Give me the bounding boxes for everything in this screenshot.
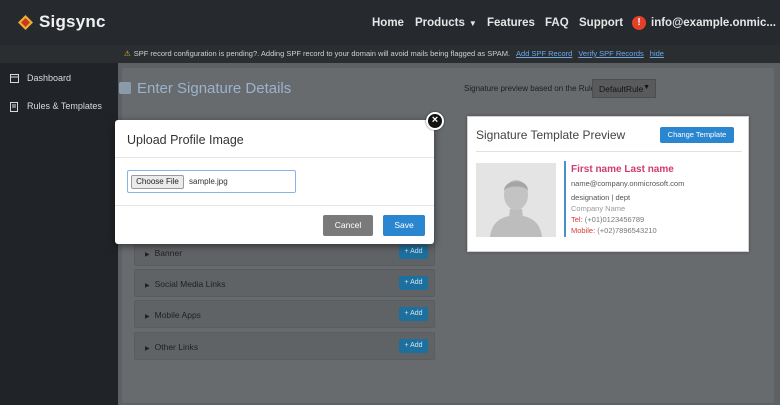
chevron-down-icon: ▼	[468, 19, 477, 28]
section-label: Banner	[154, 248, 183, 258]
chevron-down-icon: ▼	[643, 84, 650, 91]
hide-spf-notice-link[interactable]: hide	[650, 49, 664, 58]
section-label: Social Media Links	[154, 279, 226, 289]
signature-designation: designation | dept	[571, 193, 631, 202]
rule-preview-label: Signature preview based on the Rule	[464, 84, 596, 93]
add-other-links-button[interactable]: + Add	[399, 339, 428, 353]
user-account-menu[interactable]: info@example.onmic...	[651, 17, 776, 29]
signature-preview-card: Signature Template Preview Change Templa…	[467, 116, 749, 252]
sigsync-logo-icon	[17, 14, 34, 31]
caret-right-icon: ▶	[145, 252, 150, 258]
mobile-label: Mobile:	[571, 226, 596, 235]
file-input[interactable]: Choose File sample.jpg	[127, 170, 296, 193]
modal-title: Upload Profile Image	[127, 133, 244, 147]
mobile-value: (+02)7896543210	[597, 226, 657, 235]
caret-right-icon: ▶	[145, 283, 150, 289]
signature-company: Company Name	[571, 204, 626, 213]
divider	[115, 157, 434, 158]
preview-title: Signature Template Preview	[476, 128, 626, 142]
section-label: Mobile Apps	[154, 310, 201, 320]
page-title: Enter Signature Details	[137, 80, 292, 97]
sidebar-item-label: Rules & Templates	[27, 101, 102, 111]
section-label: Other Links	[154, 342, 199, 352]
warning-icon: ⚠	[124, 49, 131, 58]
nav-home[interactable]: Home	[372, 17, 404, 29]
brand-name: Sigsync	[39, 12, 106, 31]
close-icon[interactable]: ×	[426, 112, 444, 130]
add-mobile-apps-button[interactable]: + Add	[399, 307, 428, 321]
accent-bar	[564, 161, 566, 237]
choose-file-button[interactable]: Choose File	[131, 175, 184, 189]
nav-products-label: Products	[415, 17, 465, 29]
divider	[115, 205, 434, 206]
back-icon[interactable]	[119, 82, 131, 94]
nav-support[interactable]: Support	[579, 17, 623, 29]
signature-mobile: Mobile: (+02)7896543210	[571, 226, 657, 235]
add-social-media-button[interactable]: + Add	[399, 276, 428, 290]
cancel-button[interactable]: Cancel	[323, 215, 373, 236]
nav-features[interactable]: Features	[487, 17, 535, 29]
tel-value: (+01)0123456789	[584, 215, 645, 224]
verify-spf-records-link[interactable]: Verify SPF Records	[578, 49, 643, 58]
divider	[476, 151, 742, 152]
sidebar: Dashboard Rules & Templates	[0, 63, 118, 405]
spf-message: SPF record configuration is pending?. Ad…	[133, 49, 511, 58]
person-silhouette-icon	[476, 163, 556, 237]
signature-name: First name Last name	[571, 164, 674, 175]
rule-select[interactable]: DefaultRule ▼	[592, 79, 656, 98]
spf-notice-bar: ⚠ SPF record configuration is pending?. A…	[0, 45, 780, 63]
sidebar-item-rules-templates[interactable]: Rules & Templates	[10, 101, 102, 112]
upload-profile-image-modal: Upload Profile Image Choose File sample.…	[115, 120, 434, 244]
dashboard-icon	[10, 73, 19, 83]
alert-icon[interactable]: !	[632, 16, 646, 30]
profile-avatar	[476, 163, 556, 237]
signature-tel: Tel: (+01)0123456789	[571, 215, 644, 224]
caret-right-icon: ▶	[145, 346, 150, 352]
section-other-links[interactable]: ▶ Other Links + Add	[134, 332, 435, 360]
save-button[interactable]: Save	[383, 215, 425, 236]
brand-logo[interactable]: Sigsync	[17, 12, 106, 32]
document-icon	[10, 101, 19, 112]
caret-right-icon: ▶	[145, 314, 150, 320]
add-banner-button[interactable]: + Add	[399, 245, 428, 259]
nav-faq[interactable]: FAQ	[545, 17, 569, 29]
add-spf-record-link[interactable]: Add SPF Record	[516, 49, 572, 58]
rule-select-value: DefaultRule	[599, 84, 644, 94]
section-mobile-apps[interactable]: ▶ Mobile Apps + Add	[134, 300, 435, 328]
section-social-media-links[interactable]: ▶ Social Media Links + Add	[134, 269, 435, 297]
sidebar-item-label: Dashboard	[27, 73, 72, 83]
signature-email: name@company.onmicrosoft.com	[571, 179, 685, 188]
sidebar-item-dashboard[interactable]: Dashboard	[10, 73, 71, 83]
top-navbar: Sigsync Home Products ▼ Features FAQ Supp…	[0, 0, 780, 45]
nav-products[interactable]: Products ▼	[415, 17, 477, 29]
change-template-button[interactable]: Change Template	[660, 127, 734, 143]
selected-file-name: sample.jpg	[189, 177, 228, 186]
tel-label: Tel:	[571, 215, 583, 224]
